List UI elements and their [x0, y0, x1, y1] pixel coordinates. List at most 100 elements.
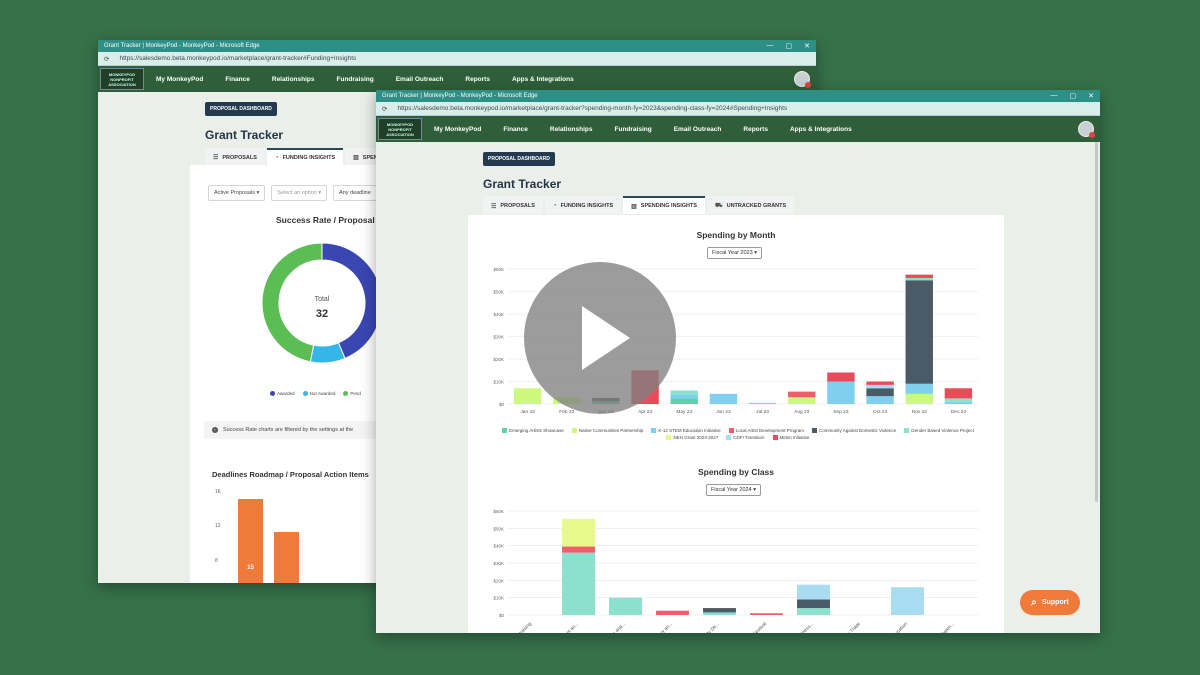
bar-segment[interactable]: [891, 587, 924, 615]
bar-segment[interactable]: [797, 608, 830, 615]
legend-item[interactable]: Native Communities Partnership: [571, 428, 643, 433]
info-icon: i: [212, 427, 218, 433]
legend-awarded[interactable]: Awarded: [270, 391, 295, 396]
nav-finance[interactable]: Finance: [225, 76, 250, 83]
legend-item[interactable]: CDFI Transition: [726, 435, 765, 440]
page-scrollbar[interactable]: [1095, 142, 1098, 502]
month-fiscal-year-select[interactable]: Fiscal Year 2023 ▾: [707, 247, 762, 259]
donut-slice[interactable]: [261, 242, 323, 363]
legend-swatch: [728, 428, 734, 433]
bar-segment[interactable]: [905, 280, 933, 384]
nav-relationships[interactable]: Relationships: [272, 76, 315, 83]
refresh-icon[interactable]: ⟳: [104, 55, 109, 63]
option-filter-select[interactable]: Select an option ▾: [271, 185, 327, 201]
donut-slice[interactable]: [321, 242, 383, 360]
tab-spending-insights[interactable]: ▥ SPENDING INSIGHTS: [623, 196, 706, 214]
bar-segment[interactable]: [827, 381, 855, 405]
nav-reports[interactable]: Reports: [465, 76, 490, 83]
status-filter-select[interactable]: Active Proposals ▾: [208, 185, 266, 201]
bar-segment[interactable]: [866, 384, 894, 389]
nav-finance[interactable]: Finance: [503, 126, 528, 133]
bar-segment[interactable]: [944, 401, 973, 404]
bar-segment[interactable]: [905, 393, 933, 404]
nav-reports[interactable]: Reports: [743, 126, 768, 133]
bar-segment[interactable]: [670, 398, 698, 404]
monkeypod-logo[interactable]: MONKEYPOD NONPROFIT ASSOCIATION: [100, 68, 144, 90]
bar-segment[interactable]: [562, 552, 595, 615]
bar-segment[interactable]: [866, 381, 894, 385]
nav-fundraising[interactable]: Fundraising: [337, 76, 374, 83]
bar-segment[interactable]: [750, 613, 783, 615]
tab-proposals[interactable]: ☰ PROPOSALS: [205, 148, 265, 165]
front-url-text[interactable]: https://salesdemo.beta.monkeypod.io/mark…: [397, 105, 1094, 112]
nav-my-monkeypod[interactable]: My MonkeyPod: [434, 126, 481, 133]
bar-segment[interactable]: [944, 388, 973, 399]
bar-segment[interactable]: [670, 390, 698, 396]
bar-segment[interactable]: [709, 393, 738, 404]
bar-segment[interactable]: [905, 278, 933, 281]
legend-item[interactable]: Local Artist Development Program: [728, 428, 804, 433]
bar-segment[interactable]: [905, 274, 933, 278]
spending-insights-panel: Spending by Month Fiscal Year 2023 ▾ $0 $…: [468, 215, 1004, 633]
bar-segment[interactable]: [827, 372, 855, 382]
legend-pending[interactable]: Pend: [343, 391, 361, 396]
bar-segment[interactable]: [788, 391, 816, 398]
legend-item[interactable]: Emerging Artists Showcase: [502, 428, 564, 433]
nav-email-outreach[interactable]: Email Outreach: [674, 126, 722, 133]
user-avatar[interactable]: [1078, 121, 1095, 138]
bar-segment[interactable]: [748, 402, 777, 404]
proposal-dashboard-button[interactable]: PROPOSAL DASHBOARD: [205, 102, 277, 116]
back-url-text[interactable]: https://salesdemo.beta.monkeypod.io/mark…: [119, 55, 810, 62]
support-button[interactable]: ⌕ Support: [1020, 590, 1080, 615]
legend-item[interactable]: K-12 STEM Education Initiative: [651, 428, 721, 433]
bar-segment[interactable]: [866, 396, 894, 404]
back-window-title: Grant Tracker | MonkeyPod - MonkeyPod - …: [104, 43, 260, 49]
front-window-controls[interactable]: — ▢ ✕: [1051, 92, 1095, 100]
back-address-bar[interactable]: ⟳ https://salesdemo.beta.monkeypod.io/ma…: [98, 52, 816, 66]
nav-email-outreach[interactable]: Email Outreach: [396, 76, 444, 83]
bar-segment[interactable]: [797, 584, 830, 600]
legend-not-awarded[interactable]: Not Awarded: [302, 391, 335, 396]
legend-item[interactable]: Gender Based Violence Project: [904, 428, 974, 433]
user-avatar[interactable]: [794, 71, 811, 88]
back-window-controls[interactable]: — ▢ ✕: [767, 42, 811, 50]
bar-segment[interactable]: [905, 383, 933, 394]
legend-swatch: [772, 435, 778, 440]
support-label: Support: [1041, 599, 1069, 606]
bar-segment[interactable]: [866, 388, 894, 397]
legend-item[interactable]: Community Against Domestic Violence: [811, 428, 897, 433]
donut-slice[interactable]: [309, 342, 346, 364]
roadmap-bar[interactable]: 15: [238, 499, 263, 583]
legend-item[interactable]: NEH Grant 2023-2027: [666, 435, 718, 440]
deadline-filter-select[interactable]: Any deadline: [333, 185, 377, 201]
nav-fundraising[interactable]: Fundraising: [615, 126, 652, 133]
video-play-button[interactable]: [524, 262, 676, 414]
nav-my-monkeypod[interactable]: My MonkeyPod: [156, 76, 203, 83]
front-address-bar[interactable]: ⟳ https://salesdemo.beta.monkeypod.io/ma…: [376, 102, 1100, 116]
bar-segment[interactable]: [562, 518, 595, 547]
legend-label: Community Against Domestic Violence: [818, 428, 897, 433]
bar-segment[interactable]: [656, 610, 689, 615]
nav-relationships[interactable]: Relationships: [550, 126, 593, 133]
bar-segment[interactable]: [788, 397, 816, 404]
bar-segment[interactable]: [513, 388, 542, 404]
bar-segment[interactable]: [797, 599, 830, 609]
proposal-dashboard-button[interactable]: PROPOSAL DASHBOARD: [483, 152, 555, 166]
tab-proposals[interactable]: ☰ PROPOSALS: [483, 196, 543, 214]
legend-item[interactable]: Melon Initiative: [772, 435, 810, 440]
bar-segment[interactable]: [670, 395, 698, 399]
bar-segment[interactable]: [703, 612, 736, 615]
class-fiscal-year-select[interactable]: Fiscal Year 2024 ▾: [706, 484, 761, 496]
refresh-icon[interactable]: ⟳: [382, 105, 387, 113]
tab-funding-insights[interactable]: ◔ FUNDING INSIGHTS: [266, 148, 344, 165]
bar-segment[interactable]: [609, 597, 642, 615]
bar-segment[interactable]: [944, 398, 973, 402]
tab-untracked-grants[interactable]: ⛟ UNTRACKED GRANTS: [707, 196, 795, 214]
nav-apps-integrations[interactable]: Apps & Integrations: [790, 126, 852, 133]
nav-apps-integrations[interactable]: Apps & Integrations: [512, 76, 574, 83]
roadmap-bar[interactable]: [274, 532, 299, 583]
tab-funding-insights[interactable]: ◔ FUNDING INSIGHTS: [544, 196, 622, 214]
monkeypod-logo[interactable]: MONKEYPOD NONPROFIT ASSOCIATION: [378, 118, 422, 140]
bar-segment[interactable]: [703, 608, 736, 613]
bar-segment[interactable]: [562, 546, 595, 553]
